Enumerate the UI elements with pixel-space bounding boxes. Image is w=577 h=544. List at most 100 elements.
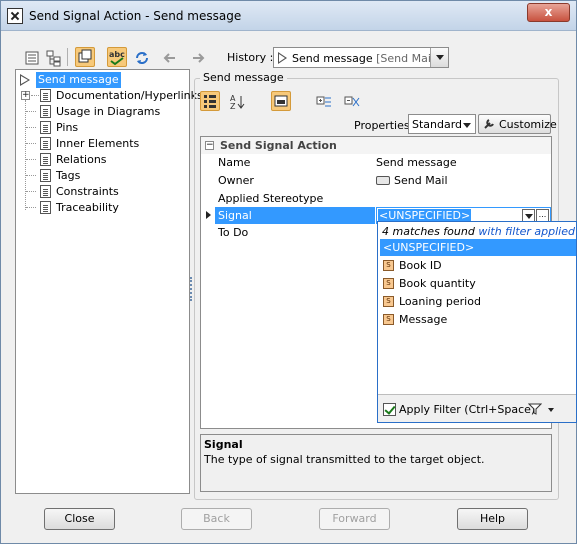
tree-line xyxy=(26,207,36,208)
document-icon xyxy=(40,89,51,102)
tree-root-item[interactable]: Send message xyxy=(18,72,138,88)
tree-item-label: Pins xyxy=(56,121,79,134)
svg-text:Z: Z xyxy=(230,102,236,111)
refresh-icon[interactable] xyxy=(131,47,151,67)
tree-line xyxy=(25,100,26,210)
list-item-label: Loaning period xyxy=(399,295,481,308)
document-icon xyxy=(40,201,51,214)
tree-root-label: Send message xyxy=(36,72,121,88)
history-value: Send message xyxy=(292,52,373,65)
owner-value: Send Mail xyxy=(394,174,448,187)
signal-icon: S xyxy=(383,313,394,325)
filter-icon[interactable] xyxy=(527,403,543,415)
document-icon xyxy=(40,105,51,118)
properties-mode-select[interactable]: Standard xyxy=(408,114,476,134)
toolbar: abc History : Send message [Send Mail] xyxy=(11,45,451,71)
document-icon xyxy=(40,185,51,198)
tree-line xyxy=(26,191,36,192)
group-title: Send message xyxy=(200,71,287,84)
apply-filter-checkbox[interactable] xyxy=(383,403,396,416)
chevron-down-icon xyxy=(463,123,471,128)
customize-button[interactable]: Customize xyxy=(478,114,557,134)
expand-icon[interactable]: + xyxy=(21,91,30,100)
expand-all-icon[interactable] xyxy=(313,91,333,111)
grid-row-stereotype[interactable]: Applied Stereotype xyxy=(201,190,551,207)
signal-list: <UNSPECIFIED> S Book ID S Book quantity SL… xyxy=(380,239,576,385)
grid-section-title: Send Signal Action xyxy=(220,139,337,152)
signal-icon: S xyxy=(383,277,394,289)
forward-arrow-icon[interactable] xyxy=(187,47,207,67)
list-item[interactable]: <UNSPECIFIED> xyxy=(380,239,576,256)
grid-row-name[interactable]: Name Send message xyxy=(201,154,551,171)
document-icon xyxy=(40,137,51,150)
window-title: Send Signal Action - Send message xyxy=(29,9,242,23)
signal-icon: S xyxy=(383,259,394,271)
toolbar-separator xyxy=(67,48,68,66)
forward-button[interactable]: Forward xyxy=(319,508,390,530)
splitter-handle[interactable] xyxy=(190,277,192,301)
properties-label: Properties: xyxy=(354,119,414,132)
description-title: Signal xyxy=(204,438,243,451)
back-arrow-icon[interactable] xyxy=(159,47,179,67)
description-text: The type of signal transmitted to the ta… xyxy=(204,453,485,466)
categorized-view-icon[interactable] xyxy=(200,91,220,111)
filter-link[interactable]: with filter applied xyxy=(478,225,575,238)
list-item-label: <UNSPECIFIED> xyxy=(383,241,475,254)
document-icon xyxy=(40,153,51,166)
chevron-down-icon[interactable] xyxy=(548,408,554,412)
property-value[interactable]: Send message xyxy=(376,156,457,169)
app-icon xyxy=(7,8,23,24)
tree-item-label: Usage in Diagrams xyxy=(56,105,161,118)
mail-icon xyxy=(376,175,390,185)
properties-mode-value: Standard xyxy=(412,118,463,131)
customize-label: Customize xyxy=(499,118,557,131)
list-item-label: Message xyxy=(399,313,448,326)
property-value-owner[interactable]: Send Mail xyxy=(376,174,448,187)
list-item[interactable]: S Loaning period xyxy=(380,293,576,310)
back-button[interactable]: Back xyxy=(181,508,252,530)
tree-line xyxy=(26,143,36,144)
collapse-icon[interactable]: − xyxy=(205,141,214,150)
current-row-icon xyxy=(206,211,211,219)
property-name: Name xyxy=(218,156,251,169)
list-item[interactable]: S Book quantity xyxy=(380,275,576,292)
title-bar[interactable]: Send Signal Action - Send message x xyxy=(1,1,576,31)
list-item[interactable]: S Book ID xyxy=(380,257,576,274)
action-icon xyxy=(278,52,287,64)
match-status: 4 matches found with filter applied xyxy=(378,225,575,238)
list-view-icon[interactable] xyxy=(21,47,41,67)
apply-filter-label[interactable]: Apply Filter (Ctrl+Space) xyxy=(399,403,535,416)
list-item-label: Book quantity xyxy=(399,277,476,290)
tree-line xyxy=(26,159,36,160)
spell-check-icon[interactable]: abc xyxy=(107,47,127,67)
list-item-label: Book ID xyxy=(399,259,442,272)
navigation-tree: Send message + Documentation/Hyperlinks … xyxy=(15,69,203,494)
tree-item-label: Tags xyxy=(56,169,81,182)
dialog-window: Send Signal Action - Send message x abc … xyxy=(0,0,577,544)
sort-alphabetical-icon[interactable]: AZ xyxy=(226,91,246,111)
tree-line xyxy=(26,175,36,176)
close-button[interactable]: Close xyxy=(44,508,115,530)
compact-mode-icon[interactable] xyxy=(75,47,95,67)
popup-footer: Apply Filter (Ctrl+Space) xyxy=(378,394,576,422)
tree-view-icon[interactable] xyxy=(43,47,63,67)
tree-item-label: Inner Elements xyxy=(56,137,140,150)
description-toggle-icon[interactable] xyxy=(271,91,291,111)
chevron-down-icon[interactable] xyxy=(430,48,448,67)
property-name-selected: Signal xyxy=(215,207,375,224)
grid-row-owner[interactable]: Owner Send Mail xyxy=(201,172,551,189)
collapse-all-icon[interactable] xyxy=(341,91,361,111)
tree-item-label: Documentation/Hyperlinks xyxy=(56,89,203,102)
property-name: Applied Stereotype xyxy=(218,192,324,205)
list-item[interactable]: S Message xyxy=(380,311,576,328)
window-close-button[interactable]: x xyxy=(527,3,570,22)
history-combo[interactable]: Send message [Send Mail] xyxy=(273,47,449,68)
document-icon xyxy=(40,169,51,182)
description-panel: Signal The type of signal transmitted to… xyxy=(200,434,552,492)
signal-icon: S xyxy=(383,295,394,307)
tree-line xyxy=(26,127,36,128)
grid-section-header[interactable]: − Send Signal Action xyxy=(201,137,551,154)
help-button[interactable]: Help xyxy=(457,508,528,530)
tree-item-label: Constraints xyxy=(56,185,119,198)
property-name: To Do xyxy=(218,226,249,239)
